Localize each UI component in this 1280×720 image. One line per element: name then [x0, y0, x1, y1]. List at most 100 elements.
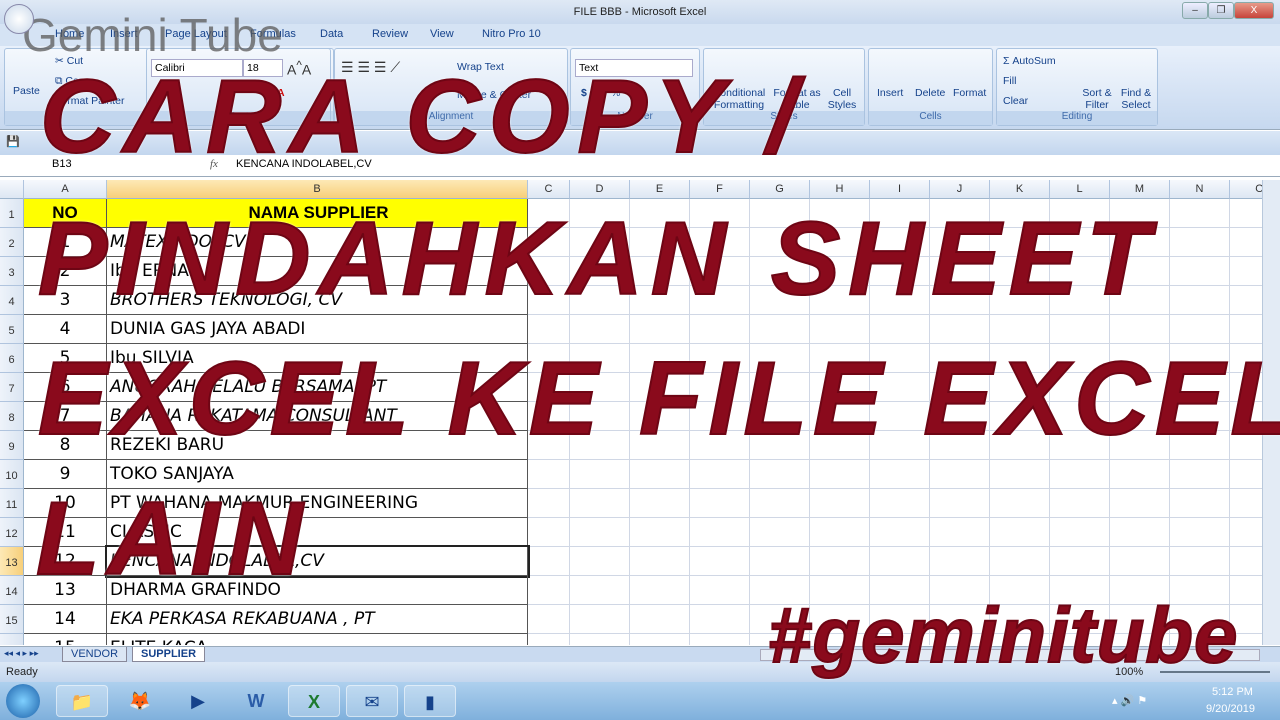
cell[interactable] — [528, 489, 570, 518]
outlook-icon[interactable]: ✉ — [346, 685, 398, 717]
cell[interactable] — [1230, 199, 1262, 228]
clear-button[interactable]: Clear — [1003, 95, 1028, 107]
minimize-button[interactable]: – — [1182, 2, 1208, 19]
office-button[interactable] — [4, 4, 34, 34]
cell[interactable] — [1110, 518, 1170, 547]
cell[interactable] — [528, 518, 570, 547]
row-header-16[interactable]: 16 — [0, 634, 24, 645]
cell[interactable] — [1230, 518, 1262, 547]
tray-icons[interactable]: ▴ 🔊 ⚑ — [1112, 694, 1147, 707]
tab-nitro-pro-10[interactable]: Nitro Pro 10 — [482, 28, 541, 40]
cell[interactable] — [810, 460, 870, 489]
fill-button[interactable]: Fill — [1003, 75, 1016, 87]
cell[interactable] — [690, 605, 750, 634]
cell[interactable] — [1110, 460, 1170, 489]
cell[interactable] — [1170, 489, 1230, 518]
cell[interactable] — [690, 518, 750, 547]
row-header-9[interactable]: 9 — [0, 431, 24, 460]
insert-cells-button[interactable]: Insert — [877, 87, 903, 99]
sheet-tab-supplier[interactable]: SUPPLIER — [132, 647, 206, 662]
cell[interactable] — [630, 576, 690, 605]
row-header-4[interactable]: 4 — [0, 286, 24, 315]
cell[interactable] — [810, 547, 870, 576]
cell[interactable] — [990, 489, 1050, 518]
column-header-L[interactable]: L — [1050, 180, 1110, 199]
column-header-C[interactable]: C — [528, 180, 570, 199]
cell[interactable] — [990, 547, 1050, 576]
row-header-14[interactable]: 14 — [0, 576, 24, 605]
cell[interactable] — [570, 489, 630, 518]
autosum-button[interactable]: Σ AutoSum — [1003, 55, 1056, 67]
cell[interactable] — [750, 489, 810, 518]
cell[interactable] — [1110, 489, 1170, 518]
cell-no[interactable]: 15 — [24, 634, 107, 645]
column-header-O[interactable]: O — [1230, 180, 1262, 199]
row-header-12[interactable]: 12 — [0, 518, 24, 547]
cell[interactable] — [870, 518, 930, 547]
column-header-N[interactable]: N — [1170, 180, 1230, 199]
row-header-8[interactable]: 8 — [0, 402, 24, 431]
cell[interactable] — [570, 576, 630, 605]
cell-supplier-name[interactable]: ELITE KACA — [107, 634, 528, 645]
cell[interactable] — [528, 460, 570, 489]
clock-date[interactable]: 9/20/2019 — [1206, 703, 1255, 715]
cell[interactable] — [528, 605, 570, 634]
cell[interactable] — [990, 460, 1050, 489]
column-header-D[interactable]: D — [570, 180, 630, 199]
cell[interactable] — [570, 518, 630, 547]
cell[interactable] — [528, 634, 570, 645]
row-header-15[interactable]: 15 — [0, 605, 24, 634]
column-header-B[interactable]: B — [107, 180, 528, 199]
cell[interactable] — [630, 518, 690, 547]
cell[interactable] — [1170, 286, 1230, 315]
cell[interactable] — [690, 576, 750, 605]
cell[interactable] — [630, 489, 690, 518]
cell-supplier-name[interactable]: EKA PERKASA REKABUANA , PT — [107, 605, 528, 634]
clock-time[interactable]: 5:12 PM — [1212, 686, 1253, 698]
column-header-M[interactable]: M — [1110, 180, 1170, 199]
save-icon[interactable]: 💾 — [6, 135, 20, 148]
cell[interactable] — [528, 547, 570, 576]
delete-cells-button[interactable]: Delete — [915, 87, 945, 99]
cell[interactable] — [1170, 228, 1230, 257]
row-header-13[interactable]: 13 — [0, 547, 24, 576]
cell-styles-button[interactable]: Cell Styles — [824, 87, 860, 111]
cell[interactable] — [1230, 489, 1262, 518]
column-header-F[interactable]: F — [690, 180, 750, 199]
column-header-G[interactable]: G — [750, 180, 810, 199]
cell[interactable] — [570, 460, 630, 489]
cell[interactable] — [1050, 547, 1110, 576]
column-header-K[interactable]: K — [990, 180, 1050, 199]
cell[interactable] — [810, 489, 870, 518]
cell[interactable] — [690, 489, 750, 518]
row-header-10[interactable]: 10 — [0, 460, 24, 489]
cell[interactable] — [750, 547, 810, 576]
sort-filter-button[interactable]: Sort & Filter — [1079, 87, 1115, 111]
row-header-2[interactable]: 2 — [0, 228, 24, 257]
cell[interactable] — [930, 489, 990, 518]
cell[interactable] — [1230, 257, 1262, 286]
column-header-A[interactable]: A — [24, 180, 107, 199]
cell[interactable] — [930, 518, 990, 547]
cell[interactable] — [1050, 518, 1110, 547]
format-cells-button[interactable]: Format — [953, 87, 986, 99]
cell[interactable] — [630, 547, 690, 576]
cell[interactable] — [1170, 518, 1230, 547]
cell[interactable] — [570, 605, 630, 634]
cell[interactable] — [1230, 547, 1262, 576]
cell[interactable] — [930, 547, 990, 576]
row-header-5[interactable]: 5 — [0, 315, 24, 344]
cell[interactable] — [1050, 489, 1110, 518]
cell[interactable] — [1050, 460, 1110, 489]
cell[interactable] — [1110, 547, 1170, 576]
excel-icon[interactable]: X — [288, 685, 340, 717]
paste-button[interactable]: Paste — [13, 85, 40, 97]
row-header-3[interactable]: 3 — [0, 257, 24, 286]
cell[interactable] — [1230, 460, 1262, 489]
cell[interactable] — [570, 634, 630, 645]
cell[interactable] — [1230, 286, 1262, 315]
windows-start-icon[interactable] — [6, 684, 40, 718]
cell[interactable] — [870, 547, 930, 576]
cell[interactable] — [930, 460, 990, 489]
cell[interactable] — [630, 460, 690, 489]
